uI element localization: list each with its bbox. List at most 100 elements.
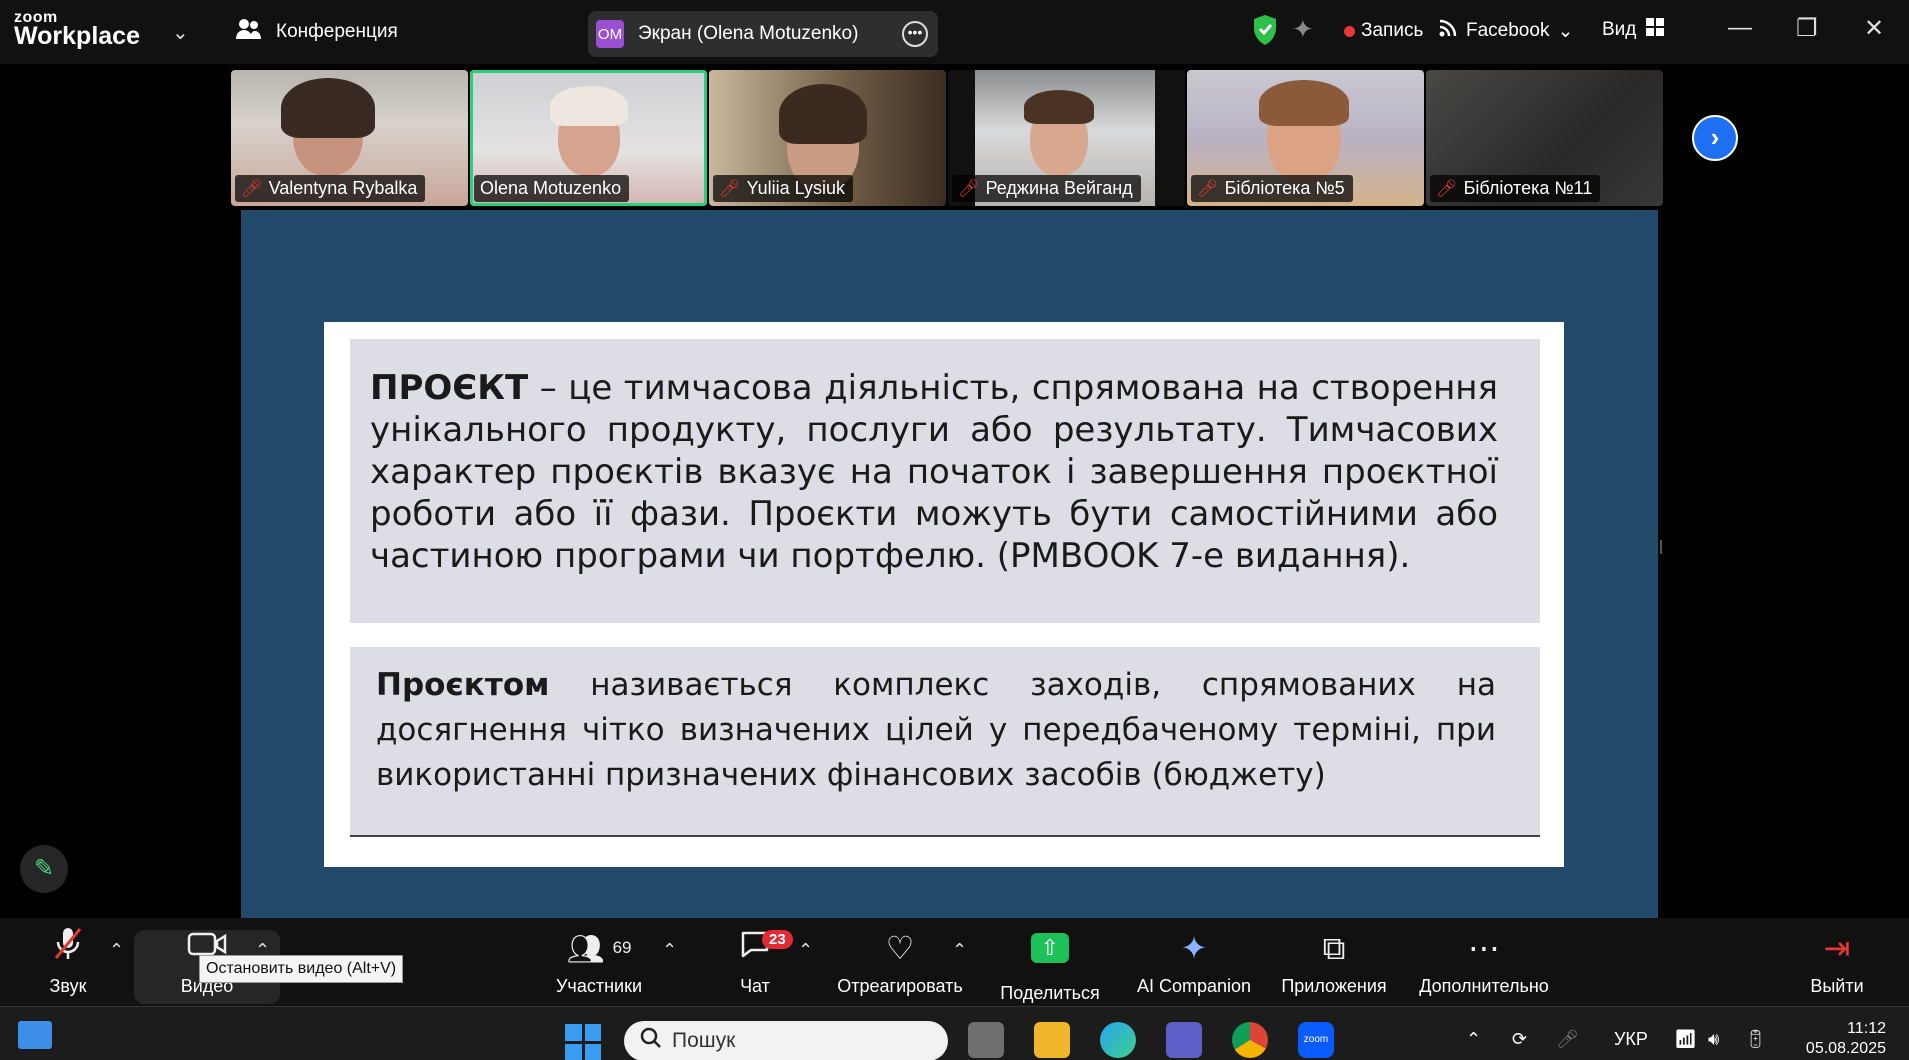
battery-icon[interactable]: 🔋︎: [1744, 1029, 1767, 1050]
sync-icon[interactable]: ⟳: [1512, 1029, 1527, 1050]
next-page-button[interactable]: ›: [1692, 115, 1738, 161]
more-button[interactable]: ⋯ Дополнительно: [1414, 926, 1554, 997]
participant-name-tag: 🎤︎ Бібліотека №11: [1430, 175, 1601, 202]
react-options-caret-icon[interactable]: ⌃: [952, 940, 967, 961]
search-placeholder: Пошук: [672, 1029, 736, 1052]
participant-name: Valentyna Rybalka: [268, 178, 418, 198]
chevron-down-icon: ⌄: [1557, 20, 1574, 42]
muted-mic-icon: 🎤︎: [958, 178, 980, 198]
screen-share-indicator[interactable]: OM Экран (Olena Motuzenko) •••: [588, 11, 938, 57]
participant-name-tag: 🎤︎ Valentyna Rybalka: [235, 175, 426, 202]
view-menu[interactable]: Вид: [1602, 18, 1665, 42]
broadcast-icon: [1438, 18, 1458, 44]
clock-date: 05.08.2025: [1805, 1040, 1886, 1057]
ai-companion-button[interactable]: ✦ AI Companion: [1134, 926, 1254, 997]
chevron-up-icon[interactable]: ⌃: [1466, 1029, 1481, 1050]
more-icon[interactable]: •••: [902, 21, 928, 47]
presentation-slide: ПРОЄКТ – це тимчасова діяльність, спрямо…: [324, 322, 1564, 867]
leave-door-icon: ⇥: [1823, 930, 1851, 966]
definition-term: Проєктом: [376, 667, 550, 703]
definition-box-2: Проєктом називається комплекс заходів, с…: [350, 647, 1540, 837]
microphone-icon[interactable]: 🎤︎: [1556, 1029, 1579, 1050]
recording-dot-icon: [1344, 25, 1355, 37]
search-icon: [640, 1027, 662, 1055]
participant-hair: [1024, 90, 1094, 124]
apps-button[interactable]: ⧉ Приложения: [1278, 926, 1390, 997]
shield-icon[interactable]: [1252, 14, 1278, 46]
participant-tile[interactable]: 🎤︎ Бібліотека №5: [1187, 70, 1424, 206]
ai-sparkle-icon: ✦: [1180, 930, 1208, 966]
windows-start-icon[interactable]: [565, 1024, 601, 1060]
language-indicator[interactable]: УКР: [1614, 1029, 1648, 1050]
chevron-down-icon[interactable]: ⌄: [172, 20, 189, 45]
share-screen-button[interactable]: ⇧ Поделиться: [998, 926, 1102, 1004]
heart-icon: ♡: [885, 930, 915, 966]
task-view-icon[interactable]: [968, 1022, 1004, 1058]
file-explorer-icon[interactable]: [1034, 1022, 1070, 1058]
wifi-icon[interactable]: 📶︎: [1674, 1029, 1697, 1050]
conference-menu[interactable]: Конференция: [236, 18, 398, 46]
participant-tile[interactable]: 🎤︎ Реджина Вейганд: [948, 70, 1185, 206]
restore-icon[interactable]: ❐: [1796, 14, 1818, 43]
react-button[interactable]: ♡ Отреагировать: [832, 926, 968, 997]
logo-bottom: Workplace: [14, 22, 140, 50]
participants-icon: 👥︎ 69: [566, 933, 632, 966]
participant-tile[interactable]: 🎤︎ Yuliia Lysiuk: [709, 70, 946, 206]
audio-label: Звук: [49, 976, 87, 996]
chat-unread-badge: 23: [762, 930, 793, 949]
share-label: Поделиться: [1000, 983, 1100, 1003]
minimize-icon[interactable]: —: [1728, 14, 1752, 42]
more-icon: ⋯: [1468, 930, 1500, 966]
participant-name: Бібліотека №11: [1463, 178, 1593, 198]
people-icon: [236, 18, 262, 46]
audio-button[interactable]: Звук: [40, 926, 96, 997]
volume-icon[interactable]: 🔊︎: [1708, 1029, 1719, 1050]
taskbar-search[interactable]: Пошук: [624, 1021, 948, 1060]
share-screen-icon: ⇧: [998, 933, 1102, 977]
mouse-cursor-icon: [1660, 540, 1670, 554]
chat-options-caret-icon[interactable]: ⌃: [798, 940, 813, 961]
system-clock[interactable]: 11:12 05.08.2025: [1796, 1019, 1886, 1059]
participant-name-tag: 🎤︎ Реджина Вейганд: [952, 175, 1141, 202]
teams-icon[interactable]: [1166, 1022, 1202, 1058]
livestream-label: Facebook: [1466, 20, 1550, 41]
close-icon[interactable]: ✕: [1864, 14, 1884, 43]
participants-button[interactable]: 👥︎ 69 Участники: [544, 926, 654, 997]
zoom-app-icon[interactable]: zoom: [1298, 1022, 1334, 1058]
shared-screen: ПРОЄКТ – це тимчасова діяльність, спрямо…: [241, 210, 1662, 918]
view-label: Вид: [1602, 19, 1637, 40]
participant-name-tag: 🎤︎ Yuliia Lysiuk: [713, 175, 853, 202]
leave-button[interactable]: ⇥ Выйти: [1804, 926, 1870, 997]
participant-name: Olena Motuzenko: [480, 178, 622, 198]
participant-tile[interactable]: 🎤︎ Valentyna Rybalka: [231, 70, 468, 206]
participants-label: Участники: [556, 976, 642, 996]
chrome-icon[interactable]: [1232, 1022, 1268, 1058]
ai-label: AI Companion: [1136, 976, 1252, 996]
presenter-avatar: OM: [596, 20, 624, 48]
participant-tile-active-speaker[interactable]: Olena Motuzenko: [470, 70, 707, 206]
participant-name: Yuliia Lysiuk: [746, 178, 845, 198]
clock-time: 11:12: [1847, 1020, 1886, 1037]
participant-tile[interactable]: 🎤︎ Бібліотека №11: [1426, 70, 1663, 206]
chevron-right-icon: ›: [1710, 122, 1720, 152]
conference-label: Конференция: [276, 21, 398, 42]
audio-options-caret-icon[interactable]: ⌃: [109, 940, 124, 961]
participant-name-tag: Olena Motuzenko: [474, 175, 630, 202]
windows-taskbar: Пошук zoom ⌃ ⟳ 🎤︎ УКР 📶︎ 🔊︎ 🔋︎ 11:12 05.…: [0, 1006, 1909, 1060]
annotate-pencil-button[interactable]: ✎: [20, 845, 68, 893]
participants-count: 69: [612, 938, 632, 957]
participant-name: Бібліотека №5: [1224, 178, 1345, 198]
participant-hair: [550, 86, 628, 126]
desktop-widget-icon[interactable]: [18, 1021, 52, 1049]
participant-name-tag: 🎤︎ Бібліотека №5: [1191, 175, 1353, 202]
participant-hair: [1259, 80, 1349, 126]
sparkle-icon[interactable]: ✦: [1292, 14, 1314, 45]
grid-view-icon: [1646, 18, 1665, 42]
edge-browser-icon[interactable]: [1100, 1022, 1136, 1058]
leave-label: Выйти: [1810, 976, 1864, 996]
recording-label: Запись: [1361, 20, 1424, 41]
recording-indicator[interactable]: Запись: [1344, 20, 1423, 42]
participants-options-caret-icon[interactable]: ⌃: [662, 940, 677, 961]
livestream-menu[interactable]: Facebook ⌄: [1438, 18, 1573, 44]
zoom-logo: zoom Workplace: [14, 10, 140, 49]
